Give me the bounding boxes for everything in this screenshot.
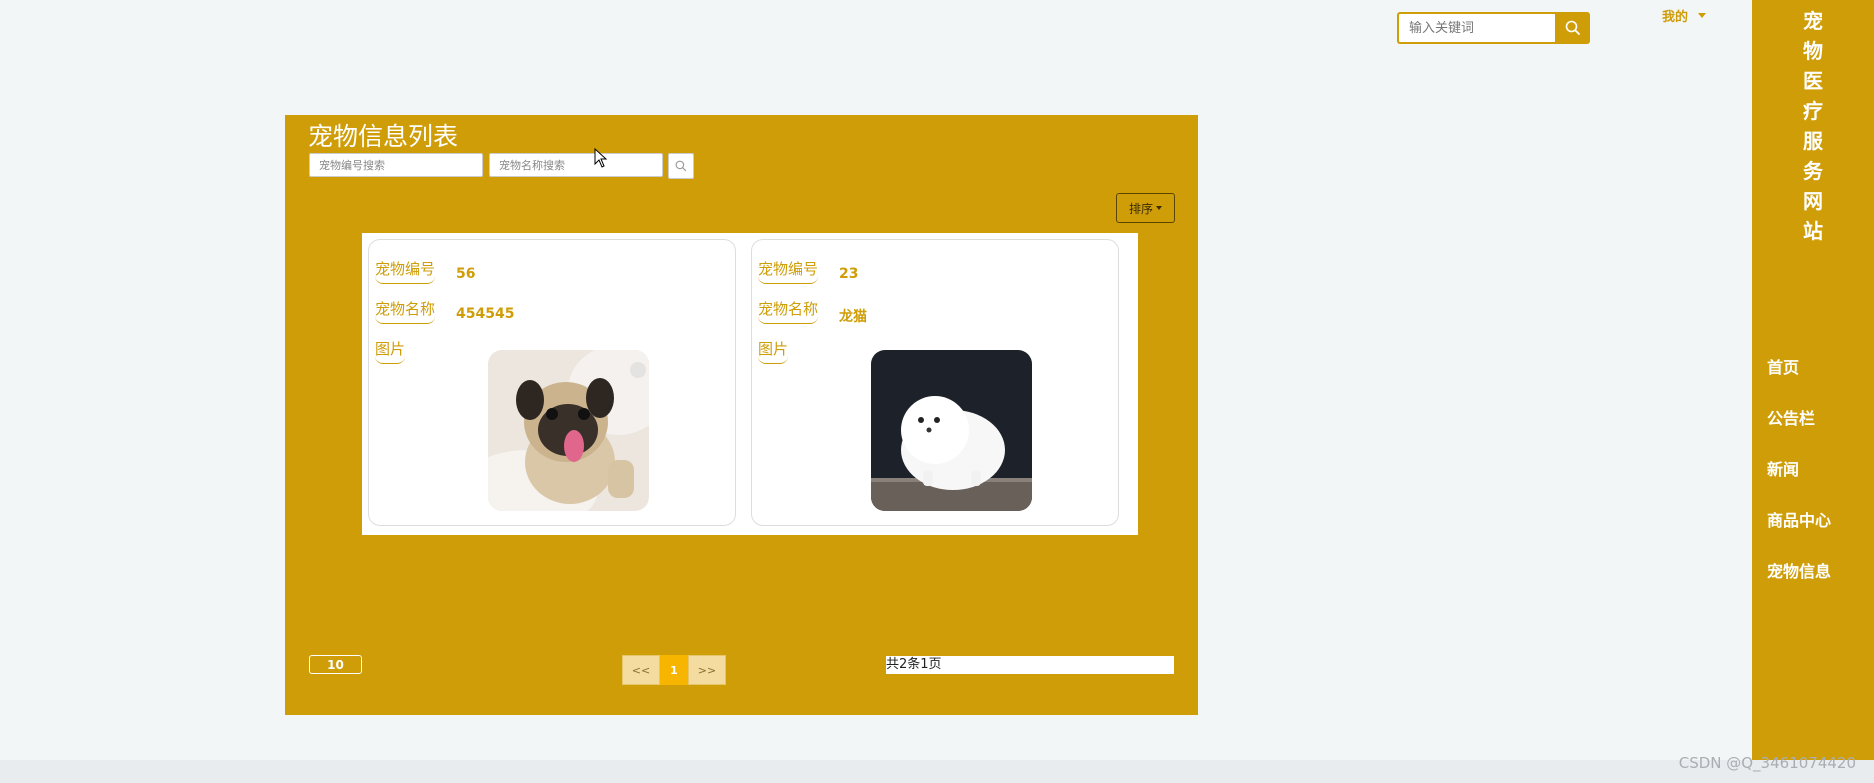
sidebar: 宠 物 医 疗 服 务 网 站 首页 公告栏 新闻 商品中心 宠物信息 [1752, 0, 1874, 760]
search-icon [1565, 20, 1580, 36]
sort-label: 排序 [1128, 201, 1153, 216]
mouse-cursor-icon [594, 148, 608, 168]
pet-card[interactable]: 宠物编号 23 宠物名称 龙猫 图片 [751, 239, 1119, 526]
next-page-button[interactable]: >> [688, 655, 726, 685]
pet-number-value: 56 [456, 266, 476, 282]
pet-number-search-input[interactable] [309, 153, 483, 177]
pet-number-label: 宠物编号 [758, 258, 819, 284]
pet-number-value: 23 [839, 266, 859, 282]
sidebar-item-notice-board[interactable]: 公告栏 [1767, 405, 1815, 429]
pet-name-value: 454545 [456, 306, 515, 322]
pet-cards-grid: 宠物编号 56 宠物名称 454545 图片 宠物编号 23 宠物名称 龙猫 图… [362, 233, 1138, 535]
pagination: << 1 >> [622, 655, 726, 685]
current-page-button[interactable]: 1 [660, 655, 688, 685]
bottom-strip [0, 760, 1874, 783]
chevron-down-icon [1698, 13, 1707, 18]
top-search-button[interactable] [1555, 12, 1590, 44]
sidebar-item-goods-center[interactable]: 商品中心 [1767, 507, 1831, 531]
pet-name-label: 宠物名称 [758, 298, 819, 324]
chevron-down-icon [1156, 206, 1162, 210]
page-title: 宠物信息列表 [308, 122, 459, 151]
pet-name-search-input[interactable] [489, 153, 663, 177]
mine-label: 我的 [1662, 10, 1689, 25]
sidebar-item-news[interactable]: 新闻 [1767, 456, 1799, 480]
page-size-select[interactable]: 10 [309, 655, 362, 674]
top-search [1397, 12, 1590, 44]
pet-name-label: 宠物名称 [375, 298, 436, 324]
filter-search-button[interactable] [668, 153, 694, 179]
sort-button[interactable]: 排序 [1116, 193, 1175, 223]
watermark: CSDN @Q_3461074420 [1678, 754, 1856, 772]
prev-page-button[interactable]: << [622, 655, 660, 685]
mine-dropdown[interactable]: 我的 [1662, 6, 1707, 25]
pet-card[interactable]: 宠物编号 56 宠物名称 454545 图片 [368, 239, 736, 526]
pet-name-value: 龙猫 [839, 309, 867, 325]
sidebar-item-pet-info[interactable]: 宠物信息 [1767, 558, 1831, 582]
total-count-text: 共2条1页 [886, 656, 1174, 674]
white-pomeranian-photo [871, 350, 1032, 511]
pug-photo [488, 350, 649, 511]
pet-number-label: 宠物编号 [375, 258, 436, 284]
sidebar-item-home[interactable]: 首页 [1767, 354, 1799, 378]
pet-list-panel: 宠物信息列表 排序 宠物编号 56 宠物名称 454545 图片 [285, 115, 1198, 715]
keyword-search-input[interactable] [1397, 12, 1555, 44]
search-icon [675, 160, 687, 172]
pet-image-label: 图片 [375, 338, 406, 364]
pet-image-label: 图片 [758, 338, 789, 364]
site-title: 宠 物 医 疗 服 务 网 站 [1803, 9, 1823, 243]
